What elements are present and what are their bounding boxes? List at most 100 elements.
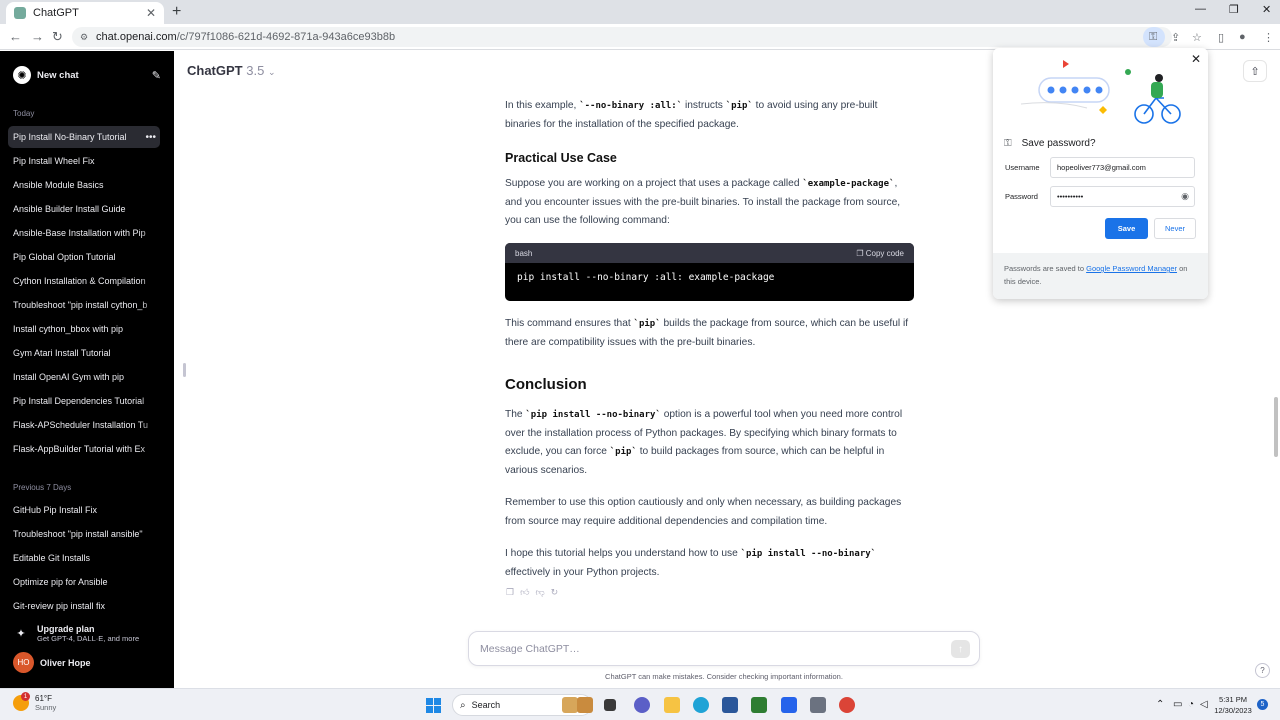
copy-code-button[interactable]: ❐ Copy code bbox=[856, 249, 904, 258]
regenerate-icon[interactable]: ↻ bbox=[551, 587, 559, 598]
sidebar: ✺ New chat ✎ Today Pip Install No-Binary… bbox=[0, 51, 174, 688]
message-input[interactable]: Message ChatGPT… ↑ bbox=[468, 631, 980, 666]
chat-item[interactable]: Pip Install No-Binary Tutorial ••• bbox=[8, 126, 160, 148]
chat-item[interactable]: Gym Atari Install Tutorial bbox=[8, 342, 160, 364]
chat-item[interactable]: Pip Install Dependencies Tutorial bbox=[8, 390, 160, 412]
save-password-title: ⚿ Save password? bbox=[1004, 138, 1096, 149]
file-explorer-icon[interactable] bbox=[664, 697, 680, 713]
image-app-icon[interactable] bbox=[577, 697, 593, 713]
volume-icon[interactable]: ◁ bbox=[1200, 699, 1208, 710]
notification-badge[interactable]: 5 bbox=[1257, 699, 1268, 710]
new-tab-icon[interactable]: + bbox=[172, 3, 181, 21]
username-field[interactable]: hopeoliver773@gmail.com bbox=[1050, 157, 1195, 178]
inline-code: `pip` bbox=[633, 319, 661, 329]
chat-item[interactable]: Install OpenAI Gym with pip bbox=[8, 366, 160, 388]
widgets-app-icon[interactable] bbox=[562, 697, 578, 713]
upgrade-subtitle: Get GPT-4, DALL·E, and more bbox=[37, 633, 140, 643]
maximize-icon[interactable]: ❐ bbox=[1229, 3, 1239, 16]
bookmark-star-icon[interactable]: ☆ bbox=[1192, 31, 1202, 44]
chat-item[interactable]: Install cython_bbox with pip bbox=[8, 318, 160, 340]
site-info-icon[interactable]: ⚙ bbox=[80, 32, 90, 43]
chat-item[interactable]: Git-review pip install fix bbox=[8, 595, 160, 617]
menu-kebab-icon[interactable]: ⋮ bbox=[1263, 31, 1274, 44]
forward-icon[interactable]: → bbox=[31, 29, 44, 44]
inline-code: `pip` bbox=[609, 447, 637, 458]
chat-item-label: Troubleshoot "pip install ansible" bbox=[13, 529, 143, 539]
chat-item[interactable]: Flask-APScheduler Installation Tu bbox=[8, 414, 160, 436]
chat-item[interactable]: GitHub Pip Install Fix bbox=[8, 499, 160, 521]
password-value: •••••••••• bbox=[1057, 192, 1084, 201]
share-button[interactable]: ⇧ bbox=[1243, 60, 1267, 82]
scrollbar[interactable] bbox=[1274, 397, 1278, 457]
thumbs-up-icon[interactable]: 👍︎ bbox=[520, 587, 529, 598]
excel-icon[interactable] bbox=[751, 697, 767, 713]
message-placeholder: Message ChatGPT… bbox=[480, 642, 580, 655]
key-icon[interactable]: ⚿ bbox=[1149, 31, 1157, 44]
disclaimer: ChatGPT can make mistakes. Consider chec… bbox=[605, 672, 843, 681]
chat-item-label: Pip Install No-Binary Tutorial bbox=[13, 132, 127, 142]
chrome-icon[interactable] bbox=[839, 697, 855, 713]
model-name: ChatGPT bbox=[187, 63, 243, 78]
chat-item[interactable]: Ansible Module Basics bbox=[8, 174, 160, 196]
window-close-icon[interactable]: ✕ bbox=[1262, 3, 1271, 16]
thumbs-down-icon[interactable]: 👎︎ bbox=[535, 587, 544, 598]
chat-item-label: Flask-APScheduler Installation Tu bbox=[13, 420, 149, 430]
code-language: bash bbox=[515, 248, 533, 258]
browser-toolbar: ← → ↻ ⚙ chat.openai.com /c/797f1086-621d… bbox=[0, 24, 1280, 50]
upgrade-plan-button[interactable]: ✦ Upgrade plan Get GPT-4, DALL·E, and mo… bbox=[13, 621, 163, 645]
chat-item[interactable]: Ansible Builder Install Guide bbox=[8, 198, 160, 220]
share-page-icon[interactable]: ⇪ bbox=[1171, 31, 1180, 44]
edge-browser-icon[interactable] bbox=[693, 697, 709, 713]
windows-start-icon[interactable] bbox=[426, 698, 441, 713]
photos-app-icon[interactable] bbox=[810, 697, 826, 713]
share-icon: ⇧ bbox=[1250, 65, 1260, 78]
microsoft-store-icon[interactable] bbox=[722, 697, 738, 713]
never-button[interactable]: Never bbox=[1154, 218, 1196, 239]
weather-widget[interactable]: 1 61°F Sunny bbox=[13, 692, 56, 712]
chevron-down-icon: ⌄ bbox=[267, 67, 276, 77]
chat-item[interactable]: Troubleshoot "pip install ansible" bbox=[8, 523, 160, 545]
profile-icon[interactable]: ● bbox=[1239, 31, 1246, 43]
chat-item[interactable]: Editable Git Installs bbox=[8, 547, 160, 569]
teams-chat-icon[interactable] bbox=[634, 697, 650, 713]
copy-icon[interactable]: ❐ bbox=[506, 587, 514, 598]
google-password-manager-link[interactable]: Google Password Manager bbox=[1086, 264, 1177, 273]
browser-tab[interactable]: ChatGPT ✕ bbox=[6, 2, 164, 24]
chat-item[interactable]: Pip Global Option Tutorial bbox=[8, 246, 160, 268]
paragraph: Remember to use this option cautiously a… bbox=[505, 497, 902, 527]
chat-item[interactable]: Pip Install Wheel Fix bbox=[8, 150, 160, 172]
close-icon[interactable]: ✕ bbox=[1191, 52, 1201, 66]
chat-item[interactable]: Cython Installation & Compilation bbox=[8, 270, 160, 292]
vscode-icon[interactable] bbox=[781, 697, 797, 713]
system-clock[interactable]: 5:31 PM 12/30/2023 bbox=[1211, 694, 1255, 716]
model-selector[interactable]: ChatGPT 3.5 ⌄ bbox=[187, 63, 276, 78]
reload-icon[interactable]: ↻ bbox=[52, 29, 63, 45]
sidebar-resize-handle[interactable] bbox=[183, 363, 186, 377]
show-password-eye-icon[interactable]: ◉ bbox=[1181, 191, 1189, 202]
chat-item[interactable]: Flask-AppBuilder Tutorial with Ex bbox=[8, 438, 160, 460]
network-icon[interactable]: ◔ bbox=[1188, 699, 1194, 710]
user-menu[interactable]: HO Oliver Hope bbox=[13, 652, 91, 673]
chat-item[interactable]: Troubleshoot "pip install cython_b bbox=[8, 294, 160, 316]
temperature: 61°F bbox=[35, 694, 52, 703]
minimize-icon[interactable]: — bbox=[1195, 3, 1206, 15]
help-button[interactable]: ? bbox=[1255, 663, 1270, 678]
chat-item-label: Ansible-Base Installation with Pip bbox=[13, 228, 146, 238]
back-icon[interactable]: ← bbox=[9, 29, 22, 44]
side-panel-icon[interactable]: ▯ bbox=[1218, 31, 1224, 44]
close-tab-icon[interactable]: ✕ bbox=[146, 6, 156, 20]
chevron-up-icon[interactable]: ⌃ bbox=[1156, 699, 1164, 710]
display-icon[interactable]: ▭ bbox=[1173, 699, 1182, 710]
more-options-icon[interactable]: ••• bbox=[145, 132, 156, 143]
task-view-icon[interactable] bbox=[604, 699, 616, 711]
chat-item[interactable]: Ansible-Base Installation with Pip bbox=[8, 222, 160, 244]
send-button[interactable]: ↑ bbox=[951, 640, 970, 658]
save-button[interactable]: Save bbox=[1105, 218, 1148, 239]
edit-icon[interactable]: ✎ bbox=[152, 69, 161, 82]
chat-item[interactable]: Optimize pip for Ansible bbox=[8, 571, 160, 593]
new-chat-button[interactable]: ✺ New chat ✎ bbox=[13, 65, 161, 85]
password-field[interactable]: •••••••••• ◉ bbox=[1050, 186, 1195, 207]
chat-item-label: Cython Installation & Compilation bbox=[13, 276, 146, 286]
username-value: hopeoliver773@gmail.com bbox=[1057, 163, 1146, 172]
address-bar[interactable]: ⚙ chat.openai.com /c/797f1086-621d-4692-… bbox=[72, 27, 1172, 47]
